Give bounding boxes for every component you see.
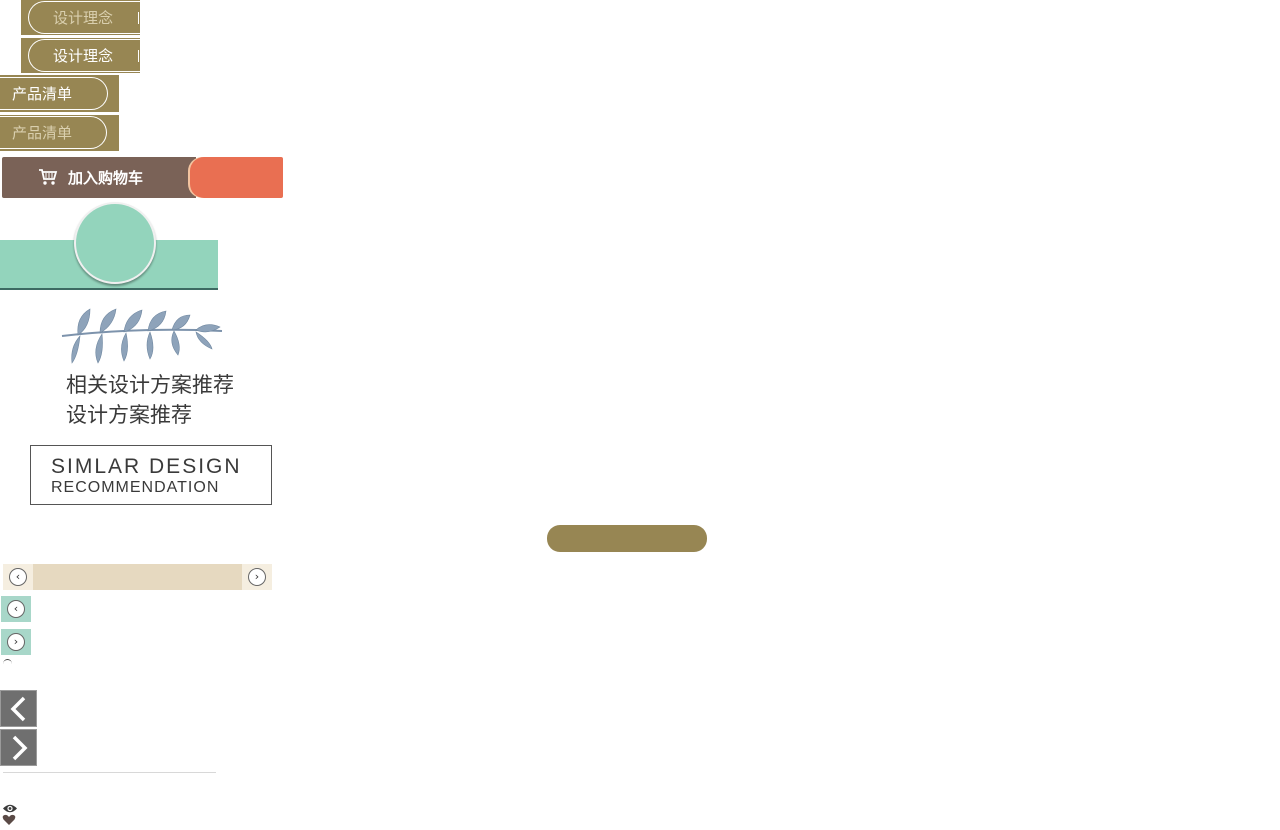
leaf-icon bbox=[60, 305, 225, 371]
mint-circle bbox=[74, 202, 156, 284]
similar-design-line1: SIMLAR DESIGN bbox=[51, 455, 242, 478]
divider bbox=[3, 772, 216, 773]
design-concept-label: 设计理念 bbox=[28, 1, 140, 34]
cart-icon bbox=[38, 168, 58, 190]
similar-design-heading: SIMLAR DESIGN RECOMMENDATION bbox=[30, 445, 272, 505]
recommend-subtitle: 设计方案推荐 bbox=[66, 403, 192, 427]
gray-next-button[interactable] bbox=[0, 729, 37, 766]
carousel-track[interactable]: ‹ › bbox=[3, 564, 272, 590]
chevron-right-icon: › bbox=[7, 633, 25, 651]
design-concept-label: 设计理念 bbox=[28, 39, 140, 72]
heart-icon[interactable] bbox=[2, 811, 16, 830]
carousel-prev-button[interactable]: ‹ bbox=[3, 564, 33, 590]
chevron-left-icon bbox=[10, 696, 26, 722]
tab-divider bbox=[138, 12, 139, 24]
loading-indicator bbox=[3, 659, 12, 669]
chevron-right-icon bbox=[12, 735, 28, 761]
chevron-left-icon: ‹ bbox=[7, 600, 25, 618]
product-list-tab-1[interactable]: 产品清单 bbox=[0, 75, 119, 112]
carousel-next-button[interactable]: › bbox=[242, 564, 272, 590]
recommend-title: 相关设计方案推荐 bbox=[66, 373, 234, 397]
tab-divider bbox=[138, 50, 139, 62]
product-list-tab-2[interactable]: 产品清单 bbox=[0, 115, 119, 151]
design-concept-tab-2[interactable]: 设计理念 bbox=[21, 38, 140, 73]
chevron-left-icon: ‹ bbox=[9, 568, 27, 586]
add-to-cart-label: 加入购物车 bbox=[68, 170, 144, 187]
add-to-cart-button[interactable]: 加入购物车 bbox=[2, 157, 283, 198]
olive-pill-button[interactable] bbox=[547, 525, 707, 552]
product-list-label: 产品清单 bbox=[0, 77, 108, 110]
product-list-label: 产品清单 bbox=[0, 116, 107, 149]
gray-prev-button[interactable] bbox=[0, 690, 37, 727]
similar-design-line2: RECOMMENDATION bbox=[51, 479, 220, 496]
design-concept-tab-1[interactable]: 设计理念 bbox=[21, 0, 140, 35]
mint-next-button[interactable]: › bbox=[1, 629, 31, 655]
cart-button-accent bbox=[190, 157, 283, 198]
mint-prev-button[interactable]: ‹ bbox=[1, 596, 31, 622]
chevron-right-icon: › bbox=[248, 568, 266, 586]
